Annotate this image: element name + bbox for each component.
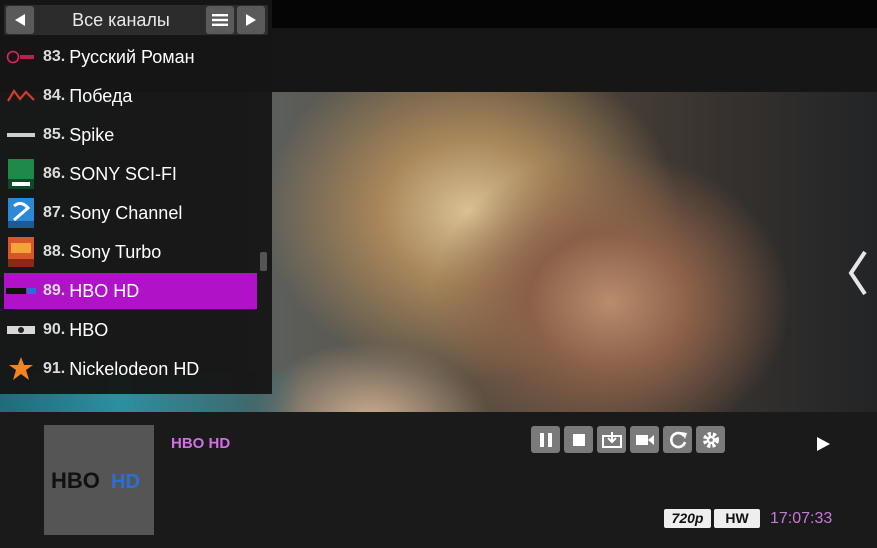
channel-number: 87. <box>43 204 66 221</box>
now-playing-title: HBO HD <box>171 435 231 452</box>
channel-thumbnail: HBO HD <box>44 425 154 535</box>
player-info-bar: HBO HD HBO HD 720p HW 17:07:33 <box>0 412 877 548</box>
playback-controls <box>531 426 725 453</box>
triangle-left-icon <box>15 14 25 26</box>
menu-button[interactable] <box>206 6 234 34</box>
video-camera-icon <box>635 434 654 445</box>
channel-row[interactable]: 86. SONY SCI-FI <box>4 156 257 192</box>
channel-list-header: Все каналы <box>4 5 268 35</box>
chevron-left-icon[interactable] <box>845 248 871 298</box>
channel-list-scrollbar[interactable] <box>260 252 267 271</box>
triangle-right-icon <box>246 14 256 26</box>
channel-number: 85. <box>43 126 66 143</box>
channel-group-title: Все каналы <box>72 10 170 30</box>
resolution-badge: 720p <box>664 509 711 528</box>
channel-number: 84. <box>43 87 66 104</box>
channel-number: 89. <box>43 282 66 299</box>
channel-number: 90. <box>43 321 66 338</box>
channel-number: 88. <box>43 243 66 260</box>
channel-name: Sony Turbo <box>69 241 162 262</box>
channel-row[interactable]: 84. Победа <box>4 78 257 114</box>
channel-name: HBO HD <box>69 280 140 301</box>
gear-icon <box>702 431 719 448</box>
prev-group-button[interactable] <box>6 6 34 34</box>
spike-logo-icon <box>4 117 38 153</box>
channel-row[interactable]: 91. Nickelodeon HD <box>4 351 257 387</box>
ru-roman-logo-icon <box>4 39 38 75</box>
refresh-icon <box>669 431 687 448</box>
channel-row[interactable]: 87. Sony Channel <box>4 195 257 231</box>
channel-name: Nickelodeon HD <box>69 358 200 379</box>
record-button[interactable] <box>630 426 659 453</box>
channel-row[interactable]: 90. HBO <box>4 312 257 348</box>
sony-channel-logo-icon <box>4 195 38 231</box>
input-icon <box>601 431 622 448</box>
channel-name: SONY SCI-FI <box>69 163 177 184</box>
channel-name: HBO <box>69 319 109 340</box>
channel-row[interactable]: 88. Sony Turbo <box>4 234 257 270</box>
refresh-button[interactable] <box>663 426 692 453</box>
sony-turbo-logo-icon <box>4 234 38 270</box>
hbo-hd-logo-large-icon: HBO HD <box>51 468 140 492</box>
channel-row-selected[interactable]: 89. HBO HD <box>4 273 257 309</box>
channel-number: 86. <box>43 165 66 182</box>
pobeda-logo-icon <box>4 78 38 114</box>
channel-name: Русский Роман <box>69 46 195 67</box>
thumb-logo-hd: HD <box>111 471 140 492</box>
sony-scifi-logo-icon <box>4 156 38 192</box>
channel-name: Sony Channel <box>69 202 183 223</box>
stop-button[interactable] <box>564 426 593 453</box>
pause-button[interactable] <box>531 426 560 453</box>
channel-row[interactable]: 83. Русский Роман <box>4 39 257 75</box>
next-group-button[interactable] <box>237 6 265 34</box>
input-source-button[interactable] <box>597 426 626 453</box>
hbo-logo-icon <box>4 312 38 348</box>
channel-row[interactable]: 85. Spike <box>4 117 257 153</box>
channel-name: Spike <box>69 124 115 145</box>
channel-name: Победа <box>69 85 133 106</box>
hbo-hd-logo-icon <box>4 273 38 309</box>
thumb-logo-hbo: HBO <box>51 468 100 492</box>
hamburger-icon <box>212 14 228 26</box>
settings-button[interactable] <box>696 426 725 453</box>
channel-number: 83. <box>43 48 66 65</box>
play-icon[interactable] <box>815 436 831 452</box>
stop-icon <box>572 433 585 446</box>
pause-icon <box>539 432 552 447</box>
clock: 17:07:33 <box>770 510 833 527</box>
decoder-badge: HW <box>714 509 760 528</box>
nick-logo-icon <box>4 351 38 387</box>
channel-number: 91. <box>43 360 66 377</box>
channel-list-panel: Все каналы 83. Русский Роман 84. Победа … <box>0 0 272 394</box>
